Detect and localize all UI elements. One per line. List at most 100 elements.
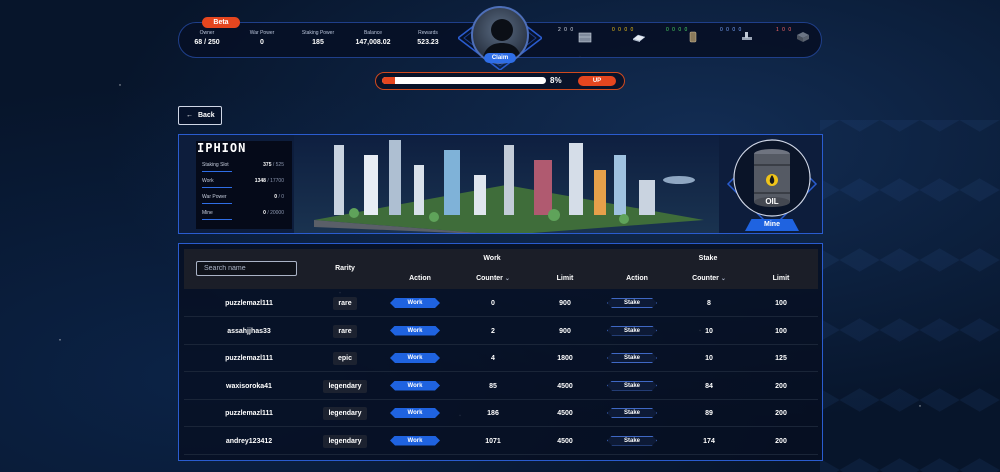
table-row: waxisoroka41 legendary Work 85 4500 Stake 84 20… xyxy=(184,373,818,400)
column-header-work-counter[interactable]: Counter ⌄ xyxy=(468,275,518,282)
crate-icon xyxy=(578,32,592,43)
stat-value: 523.23 xyxy=(417,39,439,46)
info-row-mine: Mine 0 / 20000 xyxy=(202,210,290,224)
rarity-cell: rare xyxy=(314,318,376,345)
mine-button[interactable]: Mine xyxy=(745,219,799,231)
rarity-cell: legendary xyxy=(314,373,376,400)
rarity-cell: rare xyxy=(314,290,376,317)
info-underline xyxy=(202,203,232,204)
hex-pattern-background xyxy=(820,120,1000,472)
city-illustration-icon xyxy=(294,135,719,233)
table-row: assahjjhas33 rare Work 2 900 Stake 10 100 xyxy=(184,318,818,345)
stake-counter: 10 xyxy=(705,355,713,362)
stake-counter: 174 xyxy=(703,437,715,445)
table-row: andrey123412 legendary Work 1071 4500 Stake 17… xyxy=(184,428,818,455)
info-underline xyxy=(202,171,232,172)
stake-button[interactable]: Stake xyxy=(607,353,657,363)
column-group-stake: Stake xyxy=(698,255,718,262)
resource-slot[interactable]: 0 0 0 0 xyxy=(720,28,768,44)
unit-name: puzzlemazl111 xyxy=(225,410,273,417)
rarity-cell: legendary xyxy=(314,428,376,455)
work-counter: 0 xyxy=(491,300,495,307)
work-button[interactable]: Work xyxy=(390,435,440,446)
level-progress-bar xyxy=(382,77,546,84)
resource-counts: 0 0 0 0 xyxy=(720,27,743,33)
info-label: War Power xyxy=(202,194,227,200)
info-underline xyxy=(202,187,232,188)
rarity-cell: legendary xyxy=(314,400,376,427)
stake-limit: 200 xyxy=(775,437,787,445)
info-value: 1348 / 17700 xyxy=(254,178,284,184)
column-header-label: Counter xyxy=(476,275,503,282)
rarity-badge: legendary xyxy=(323,379,367,393)
stake-button[interactable]: Stake xyxy=(607,298,657,308)
work-limit: 900 xyxy=(559,300,571,307)
unit-name: waxisoroka41 xyxy=(226,382,272,390)
stake-button[interactable]: Stake xyxy=(607,380,657,391)
column-group-work: Work xyxy=(483,255,501,262)
work-limit: 4500 xyxy=(557,437,573,445)
stake-limit: 200 xyxy=(775,382,787,390)
work-button[interactable]: Work xyxy=(390,325,440,336)
resource-slot[interactable]: 1 0 0 xyxy=(776,28,824,44)
unit-name: puzzlemazl111 xyxy=(225,355,273,362)
tank-icon xyxy=(689,31,697,43)
stake-counter: 8 xyxy=(707,300,711,307)
info-label: Staking Slot xyxy=(202,162,229,168)
stake-limit: 100 xyxy=(775,300,787,307)
resource-counts: 0 0 0 0 xyxy=(612,27,635,33)
work-button[interactable]: Work xyxy=(390,408,440,418)
rarity-badge: epic xyxy=(332,352,357,365)
work-limit: 4500 xyxy=(557,382,573,390)
resource-slot[interactable]: 2 0 0 xyxy=(558,28,606,44)
upgrade-button[interactable]: UP xyxy=(578,76,616,86)
level-progress-fill xyxy=(382,77,396,84)
info-row-work: Work 1348 / 17700 xyxy=(202,178,290,192)
table-row: puzzlemazl111 legendary Work 186 4500 Stake 89… xyxy=(184,400,818,427)
stake-button[interactable]: Stake xyxy=(607,325,657,336)
rarity-badge: rare xyxy=(333,324,357,338)
info-value: 0 / 20000 xyxy=(263,210,284,216)
rarity-badge: legendary xyxy=(323,407,367,420)
stake-counter: 89 xyxy=(705,410,713,417)
unit-name: assahjjhas33 xyxy=(227,327,271,335)
work-limit: 1800 xyxy=(557,355,573,362)
column-header-work-action: Action xyxy=(409,275,431,282)
resource-counts: 2 0 0 xyxy=(558,27,575,33)
rarity-cell: epic xyxy=(314,345,376,372)
resource-slot[interactable]: 0 0 0 0 xyxy=(666,28,714,44)
bars-icon xyxy=(632,34,646,42)
search-input[interactable] xyxy=(196,261,297,276)
work-limit: 900 xyxy=(559,327,571,335)
stake-button[interactable]: Stake xyxy=(607,435,657,446)
stake-limit: 100 xyxy=(775,327,787,335)
stake-limit: 125 xyxy=(775,355,787,362)
stake-limit: 200 xyxy=(775,410,787,417)
back-button[interactable]: ← Back xyxy=(178,106,222,125)
arrow-left-icon: ← xyxy=(186,112,193,119)
work-button[interactable]: Work xyxy=(390,353,440,363)
column-header-stake-limit: Limit xyxy=(772,275,790,282)
info-label: Work xyxy=(202,178,214,184)
resource-slot[interactable]: 0 0 0 0 xyxy=(612,28,660,44)
unit-name: andrey123412 xyxy=(225,437,273,445)
claim-button[interactable]: Claim xyxy=(484,53,516,63)
stake-button[interactable]: Stake xyxy=(607,408,657,418)
column-header-stake-action: Action xyxy=(626,275,648,282)
stake-counter: 10 xyxy=(705,327,713,335)
chevron-down-icon: ⌄ xyxy=(504,276,510,282)
work-button[interactable]: Work xyxy=(390,298,440,308)
table-row: puzzlemazl111 rare Work 0 900 Stake 8 100 xyxy=(184,290,818,317)
work-counter: 186 xyxy=(487,410,499,417)
location-name: IPHION xyxy=(197,141,247,155)
column-header-work-limit: Limit xyxy=(556,275,574,282)
work-counter: 1071 xyxy=(485,437,501,445)
column-header-rarity[interactable]: Rarity xyxy=(325,265,365,272)
column-header-stake-counter[interactable]: Counter ⌄ xyxy=(684,275,734,282)
unit-name: puzzlemazl111 xyxy=(225,300,273,307)
stat-label: Rewards xyxy=(418,30,438,36)
level-progress-percent: 8% xyxy=(550,76,562,85)
work-button[interactable]: Work xyxy=(390,380,440,391)
work-counter: 4 xyxy=(491,355,495,362)
chevron-down-icon: ⌄ xyxy=(720,276,726,282)
